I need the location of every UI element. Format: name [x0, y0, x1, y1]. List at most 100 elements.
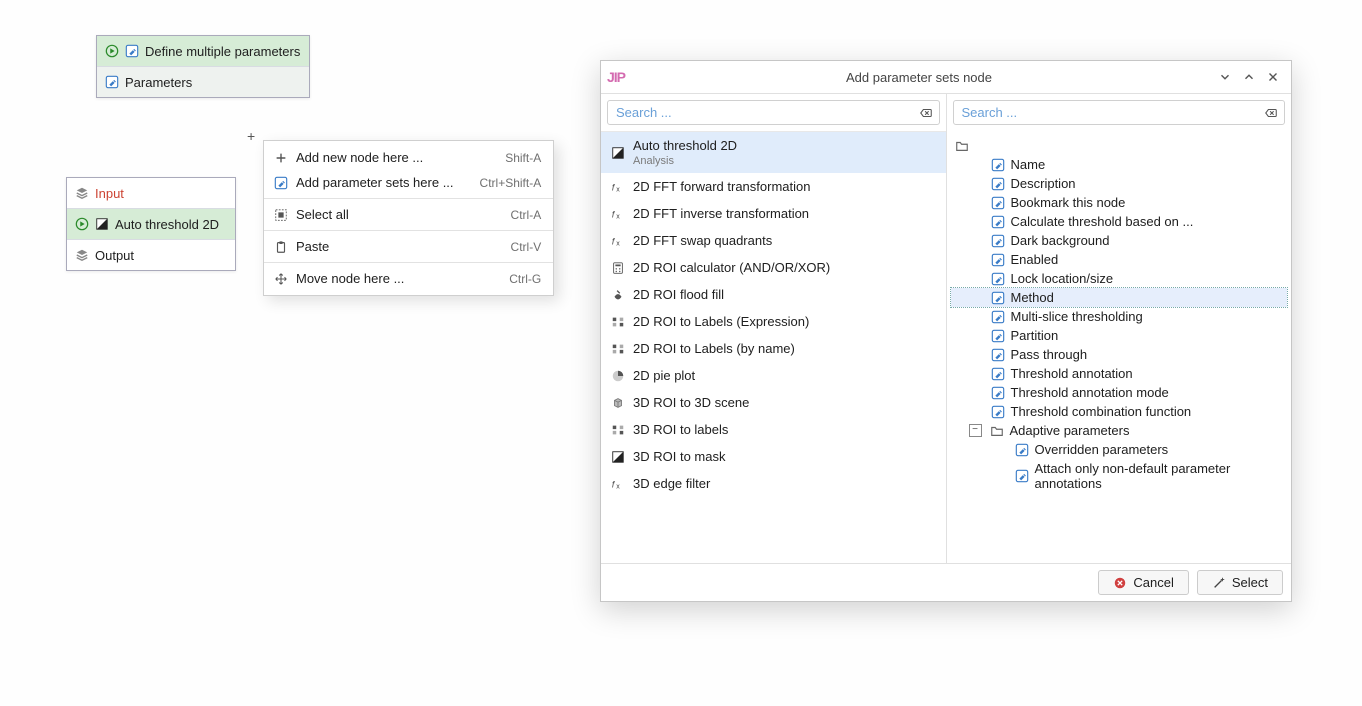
node-list-item[interactable]: 2D ROI flood fill	[601, 281, 946, 308]
tree-item[interactable]: Overridden parameters	[951, 440, 1288, 459]
tree-item[interactable]: Description	[951, 174, 1288, 193]
tree-item[interactable]: Dark background	[951, 231, 1288, 250]
menu-label: Select all	[296, 207, 485, 222]
tree-item[interactable]: Lock location/size	[951, 269, 1288, 288]
node-list-item[interactable]: 2D ROI to Labels (Expression)	[601, 308, 946, 335]
tree-item[interactable]: Threshold combination function	[951, 402, 1288, 421]
pencil-box-icon	[991, 215, 1005, 229]
menu-add-parameter-sets[interactable]: Add parameter sets here ... Ctrl+Shift-A	[264, 170, 553, 195]
param-search-input[interactable]	[960, 104, 1261, 121]
conv-icon	[611, 315, 625, 329]
node-list-item[interactable]: 2D ROI calculator (AND/OR/XOR)	[601, 254, 946, 281]
fx-icon	[611, 180, 625, 194]
param-search-box[interactable]	[953, 100, 1286, 125]
pencil-box-icon	[991, 310, 1005, 324]
tree-item[interactable]: Threshold annotation mode	[951, 383, 1288, 402]
play-icon	[75, 217, 89, 231]
window-close-button[interactable]	[1261, 67, 1285, 87]
node-auto-threshold[interactable]: Input Auto threshold 2D Output	[66, 177, 236, 271]
plus-icon	[274, 151, 288, 165]
tree-item[interactable]: Method	[951, 288, 1288, 307]
select-button[interactable]: Select	[1197, 570, 1283, 595]
window-maximize-button[interactable]	[1237, 67, 1261, 87]
node-list-item[interactable]: Auto threshold 2DAnalysis	[601, 132, 946, 173]
parameter-tree-pane: NameDescription Bookmark this node Calcula…	[947, 94, 1292, 563]
cancel-icon	[1113, 576, 1127, 590]
pencil-box-icon	[991, 253, 1005, 267]
node-list-item[interactable]: 2D FFT inverse transformation	[601, 200, 946, 227]
list-item-label: 3D ROI to mask	[633, 449, 725, 464]
pencil-box-icon	[1015, 469, 1029, 483]
node-header[interactable]: Auto threshold 2D	[67, 209, 235, 240]
canvas-context-menu: Add new node here ... Shift-A Add parame…	[263, 140, 554, 296]
tree-item[interactable]: Calculate threshold based on ...	[951, 212, 1288, 231]
flood-icon	[611, 288, 625, 302]
node-search-box[interactable]	[607, 100, 940, 125]
pencil-box-icon	[105, 75, 119, 89]
tree-item[interactable]: Pass through	[951, 345, 1288, 364]
dialog-footer: Cancel Select	[601, 563, 1291, 601]
tree-item-label: Bookmark this node	[1011, 195, 1126, 210]
node-define-parameters[interactable]: Define multiple parameters Parameters	[96, 35, 310, 98]
clear-search-icon[interactable]	[1264, 106, 1278, 120]
tree-item-label: Threshold annotation	[1011, 366, 1133, 381]
list-item-label: 2D ROI to Labels (Expression)	[633, 314, 809, 329]
tree-item-label: Overridden parameters	[1035, 442, 1169, 457]
conv-icon	[611, 342, 625, 356]
list-item-label: 3D ROI to 3D scene	[633, 395, 749, 410]
cursor-marker: +	[247, 128, 255, 144]
node-list-item[interactable]: 3D ROI to mask	[601, 443, 946, 470]
fx-icon	[611, 477, 625, 491]
node-list-item[interactable]: 3D ROI to labels	[601, 416, 946, 443]
tree-item[interactable]: Multi-slice thresholding	[951, 307, 1288, 326]
tree-folder-adaptive[interactable]: −Adaptive parameters	[951, 421, 1288, 440]
node-list-item[interactable]: 3D ROI to 3D scene	[601, 389, 946, 416]
node-title: Auto threshold 2D	[115, 217, 219, 232]
menu-separator	[264, 230, 553, 231]
menu-accel: Ctrl+Shift-A	[480, 176, 542, 190]
tree-item-label: Method	[1011, 290, 1054, 305]
menu-move-node[interactable]: Move node here ... Ctrl-G	[264, 266, 553, 291]
node-header[interactable]: Define multiple parameters	[97, 36, 309, 67]
tree-item-label: Pass through	[1011, 347, 1088, 362]
tree-item[interactable]: Bookmark this node	[951, 193, 1288, 212]
node-list-item[interactable]: 2D FFT swap quadrants	[601, 227, 946, 254]
menu-select-all[interactable]: Select all Ctrl-A	[264, 202, 553, 227]
tree-item[interactable]: Attach only non-default parameter annota…	[951, 459, 1288, 493]
list-item-label: 2D FFT forward transformation	[633, 179, 810, 194]
node-output-slot[interactable]: Output	[67, 240, 235, 270]
dialog-title: Add parameter sets node	[625, 70, 1213, 85]
node-input-slot[interactable]: Input	[67, 178, 235, 209]
node-list-item[interactable]: 2D FFT forward transformation	[601, 173, 946, 200]
tree-item[interactable]: Enabled	[951, 250, 1288, 269]
tree-item-label: Enabled	[1011, 252, 1059, 267]
pencil-box-icon	[991, 158, 1005, 172]
tree-expander[interactable]: −	[969, 424, 982, 437]
node-search-input[interactable]	[614, 104, 915, 121]
pencil-box-icon	[991, 177, 1005, 191]
menu-add-node[interactable]: Add new node here ... Shift-A	[264, 145, 553, 170]
node-list-item[interactable]: 2D ROI to Labels (by name)	[601, 335, 946, 362]
menu-paste[interactable]: Paste Ctrl-V	[264, 234, 553, 259]
node-list[interactable]: Auto threshold 2DAnalysis 2D FFT forward …	[601, 131, 946, 563]
list-item-label: 3D ROI to labels	[633, 422, 728, 437]
clear-search-icon[interactable]	[919, 106, 933, 120]
node-list-item[interactable]: 3D edge filter	[601, 470, 946, 497]
node-list-item[interactable]: 2D pie plot	[601, 362, 946, 389]
tree-item-label: Calculate threshold based on ...	[1011, 214, 1194, 229]
window-minimize-button[interactable]	[1213, 67, 1237, 87]
cancel-button[interactable]: Cancel	[1098, 570, 1188, 595]
parameter-tree[interactable]: NameDescription Bookmark this node Calcula…	[947, 131, 1292, 563]
tree-root[interactable]	[951, 137, 1288, 155]
tree-item[interactable]: Partition	[951, 326, 1288, 345]
node-param-row[interactable]: Parameters	[97, 67, 309, 97]
pencil-box-icon	[991, 291, 1005, 305]
tree-item[interactable]: Name	[951, 155, 1288, 174]
node-param-label: Parameters	[125, 75, 192, 90]
wand-icon	[1212, 576, 1226, 590]
dialog-titlebar[interactable]: JIP Add parameter sets node	[601, 61, 1291, 94]
pencil-box-icon	[991, 386, 1005, 400]
list-item-label: 2D FFT inverse transformation	[633, 206, 809, 221]
tree-item-label: Attach only non-default parameter annota…	[1035, 461, 1284, 491]
tree-item[interactable]: Threshold annotation	[951, 364, 1288, 383]
